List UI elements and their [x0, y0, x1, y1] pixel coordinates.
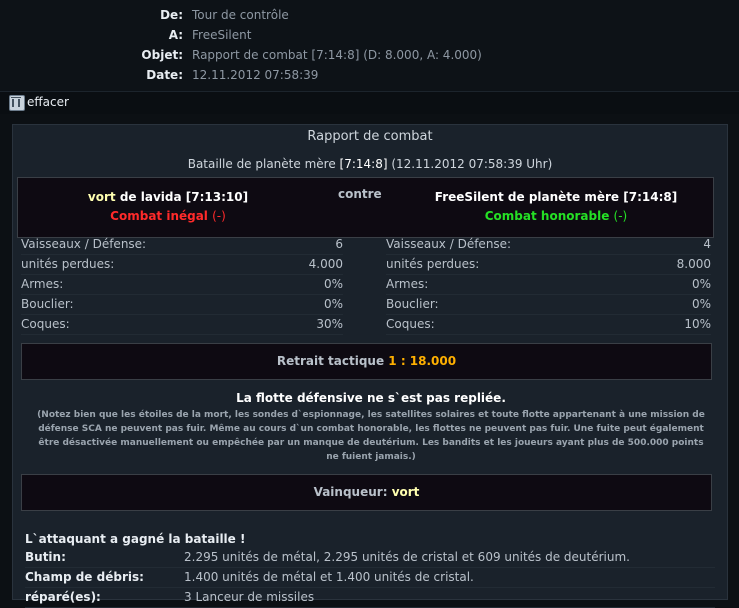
stat-row: unités perdues: 8.000: [386, 255, 711, 275]
stat-row: Armes: 0%: [21, 275, 343, 295]
to-row: A: FreeSilent: [0, 25, 739, 45]
stat-label: Armes:: [21, 277, 64, 291]
stat-row: unités perdues: 4.000: [21, 255, 343, 275]
subject-row: Objet: Rapport de combat [7:14:8] (D: 8.…: [0, 45, 739, 65]
report-title: Rapport de combat: [307, 129, 433, 144]
battle-date: (12.11.2012 07:58:39 Uhr): [391, 157, 553, 171]
stat-row: Armes: 0%: [386, 275, 711, 295]
date-value: 12.11.2012 07:58:39: [192, 68, 319, 82]
notice-title: La flotte défensive ne s`est pas repliée…: [236, 391, 506, 405]
defender-name[interactable]: FreeSilent: [435, 190, 504, 204]
stat-row: Vaisseaux / Défense: 4: [386, 235, 711, 255]
defender-status-suffix: (-): [613, 209, 628, 223]
result-heading: L`attaquant a gagné la bataille !: [25, 532, 246, 546]
battle-result: L`attaquant a gagné la bataille ! Butin:…: [25, 530, 715, 608]
attacker-origin: de lavida: [119, 190, 182, 204]
to-value: FreeSilent: [192, 28, 252, 42]
trash-icon[interactable]: [9, 95, 25, 111]
winner-bar: Vainqueur: vort: [21, 474, 712, 511]
winner-value: vort: [391, 485, 420, 499]
versus-label: contre: [338, 187, 382, 201]
to-label: A:: [168, 28, 183, 42]
delete-button[interactable]: effacer: [27, 95, 69, 109]
stat-label: unités perdues:: [21, 257, 115, 271]
loot-row: Butin: 2.295 unités de métal, 2.295 unit…: [25, 548, 715, 568]
stat-label: Armes:: [386, 277, 429, 291]
subject-value: Rapport de combat [7:14:8] (D: 8.000, A:…: [192, 48, 482, 62]
defender-stats: Vaisseaux / Défense: 4 unités perdues: 8.0…: [386, 235, 711, 335]
retreat-value: 1 : 18.000: [388, 354, 457, 368]
stat-label: Bouclier:: [21, 297, 74, 311]
debris-value: 1.400 unités de métal et 1.400 unités de…: [184, 570, 474, 584]
stat-label: unités perdues:: [386, 257, 480, 271]
attacker-info: vort de lavida [7:13:10] Combat inégal (…: [38, 190, 298, 223]
stat-row: Vaisseaux / Défense: 6: [21, 235, 343, 255]
stat-value: 0%: [323, 277, 343, 291]
stat-value: 0%: [691, 297, 711, 311]
subject-label: Objet:: [141, 48, 183, 62]
message-header: De: Tour de contrôle A: FreeSilent Objet…: [0, 0, 739, 92]
stat-row: Bouclier: 0%: [21, 295, 343, 315]
attacker-status-suffix: (-): [212, 209, 226, 223]
stat-label: Vaisseaux / Défense:: [21, 237, 147, 251]
defender-status: Combat honorable: [484, 209, 610, 223]
loot-label: Butin:: [25, 550, 66, 564]
stat-value: 0%: [323, 297, 343, 311]
defender-coords[interactable]: [7:14:8]: [623, 190, 677, 204]
stat-row: Coques: 10%: [386, 315, 711, 335]
stat-value: 10%: [684, 317, 711, 331]
stat-row: Coques: 30%: [21, 315, 343, 335]
date-row: Date: 12.11.2012 07:58:39: [0, 65, 739, 85]
battle-prefix: Bataille de planète mère: [187, 157, 336, 171]
stat-value: 4: [703, 237, 711, 251]
attacker-stats: Vaisseaux / Défense: 6 unités perdues: 4.0…: [21, 235, 343, 335]
battle-coords[interactable]: [7:14:8]: [340, 157, 388, 171]
stat-label: Bouclier:: [386, 297, 439, 311]
stat-row: Bouclier: 0%: [386, 295, 711, 315]
repaired-value: 3 Lanceur de missiles: [184, 590, 315, 604]
debris-label: Champ de débris:: [25, 570, 144, 584]
notice-text: (Notez bien que les étoiles de la mort, …: [37, 410, 705, 462]
date-label: Date:: [146, 68, 183, 82]
combat-report: Rapport de combat Bataille de planète mè…: [12, 124, 728, 608]
stat-value: 4.000: [308, 257, 343, 271]
stat-value: 0%: [691, 277, 711, 291]
attacker-status: Combat inégal: [110, 209, 208, 223]
versus-box: vort de lavida [7:13:10] Combat inégal (…: [17, 177, 714, 238]
winner-label: Vainqueur:: [313, 485, 388, 499]
message-toolbar: effacer: [0, 91, 739, 114]
stat-label: Coques:: [21, 317, 70, 331]
stat-value: 30%: [316, 317, 343, 331]
from-row: De: Tour de contrôle: [0, 5, 739, 25]
retreat-bar: Retrait tactique 1 : 18.000: [21, 343, 712, 380]
defender-info: FreeSilent de planète mère [7:14:8] Comb…: [426, 190, 686, 223]
stat-value: 8.000: [676, 257, 711, 271]
stat-label: Vaisseaux / Défense:: [386, 237, 512, 251]
from-value: Tour de contrôle: [192, 8, 289, 22]
attacker-name[interactable]: vort: [88, 190, 116, 204]
defender-origin: de planète mère: [507, 190, 620, 204]
stat-label: Coques:: [386, 317, 435, 331]
stat-value: 6: [335, 237, 343, 251]
from-label: De:: [160, 8, 183, 22]
repaired-label: réparé(es):: [25, 590, 101, 604]
battle-info: Bataille de planète mère [7:14:8] (12.11…: [13, 157, 727, 171]
attacker-coords[interactable]: [7:13:10]: [186, 190, 248, 204]
retreat-label: Retrait tactique: [276, 354, 385, 368]
repaired-row: réparé(es): 3 Lanceur de missiles: [25, 588, 715, 608]
retreat-notice: La flotte défensive ne s`est pas repliée…: [23, 391, 719, 464]
loot-value: 2.295 unités de métal, 2.295 unités de c…: [184, 550, 630, 564]
debris-row: Champ de débris: 1.400 unités de métal e…: [25, 568, 715, 588]
